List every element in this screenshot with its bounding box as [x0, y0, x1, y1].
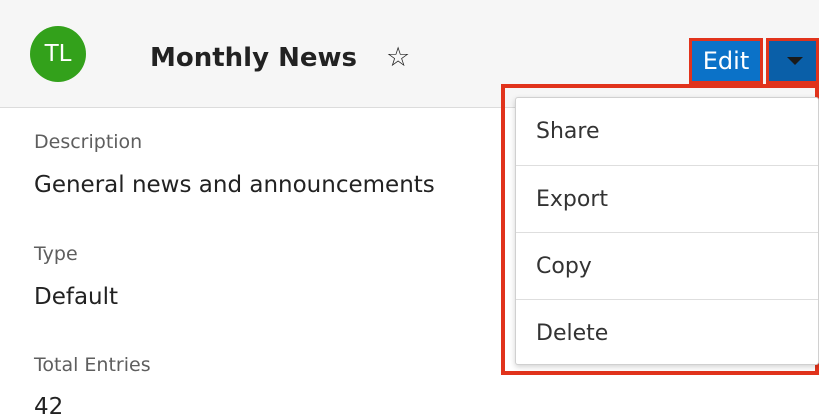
record-title: Monthly News: [150, 43, 357, 73]
type-value: Default: [34, 284, 119, 310]
total-entries-label: Total Entries: [34, 354, 151, 376]
edit-button[interactable]: Edit: [689, 38, 763, 84]
avatar: TL: [30, 26, 86, 82]
menu-item-share[interactable]: Share: [516, 98, 818, 165]
menu-item-export[interactable]: Export: [516, 165, 818, 232]
menu-item-delete[interactable]: Delete: [516, 299, 818, 366]
caret-down-icon: [786, 57, 803, 65]
star-outline-icon[interactable]: ☆: [386, 43, 410, 73]
description-label: Description: [34, 131, 143, 153]
total-entries-value: 42: [34, 394, 64, 420]
type-label: Type: [34, 243, 78, 265]
record-view: TL Monthly News ☆ Edit Description Gener…: [0, 0, 819, 420]
actions-dropdown-menu: Share Export Copy Delete: [515, 97, 819, 365]
description-value: General news and announcements: [34, 172, 435, 198]
actions-dropdown-button[interactable]: [766, 38, 819, 84]
menu-item-copy[interactable]: Copy: [516, 232, 818, 299]
